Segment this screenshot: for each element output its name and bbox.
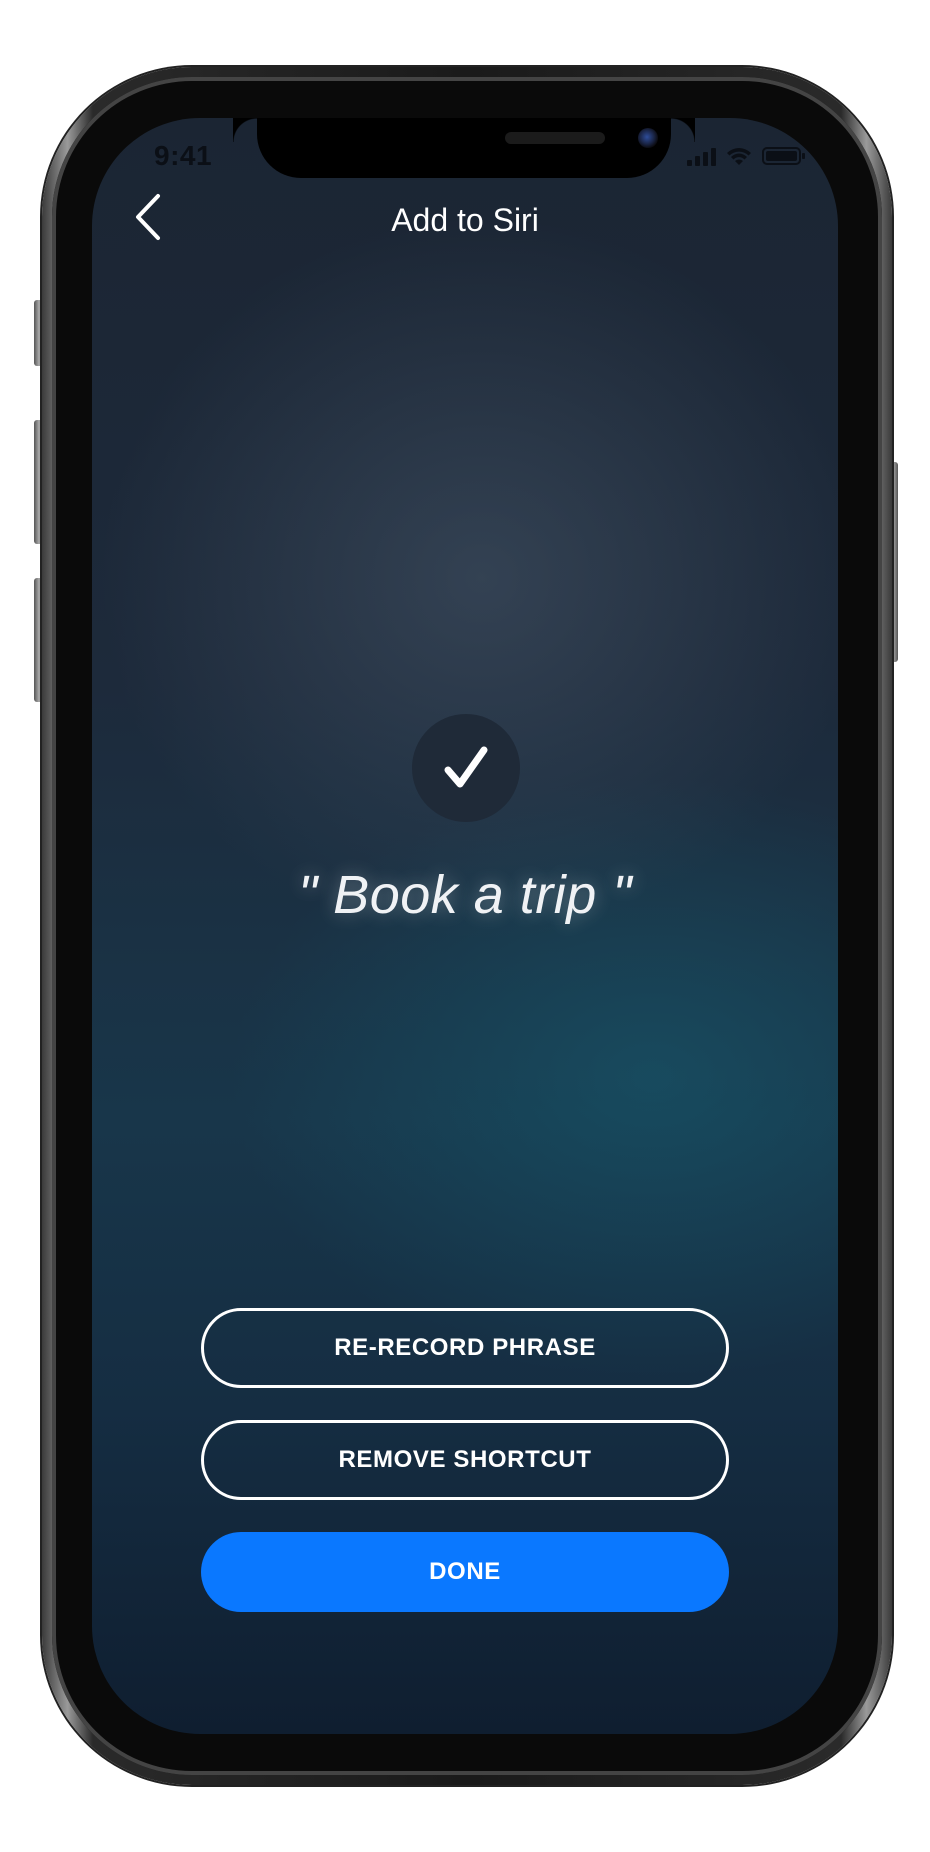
checkmark-icon <box>444 746 488 788</box>
screen: 9:41 Add to Siri " Book a trip " RE-RECO… <box>92 118 838 1734</box>
front-camera <box>638 128 658 148</box>
notch <box>257 118 695 178</box>
signal-icon <box>687 148 716 166</box>
wifi-icon <box>726 146 752 166</box>
done-button[interactable]: DONE <box>201 1532 729 1612</box>
recorded-phrase: " Book a trip " <box>298 865 632 925</box>
status-time: 9:41 <box>154 140 213 171</box>
speaker-grille <box>505 132 605 144</box>
page-title: Add to Siri <box>391 202 539 238</box>
remove-shortcut-button[interactable]: REMOVE SHORTCUT <box>201 1420 729 1500</box>
rerecord-phrase-button[interactable]: RE-RECORD PHRASE <box>201 1308 729 1388</box>
battery-icon <box>762 146 806 166</box>
status-icons <box>687 144 806 166</box>
stage: 9:41 Add to Siri " Book a trip " RE-RECO… <box>0 0 930 1852</box>
success-badge <box>412 714 520 822</box>
